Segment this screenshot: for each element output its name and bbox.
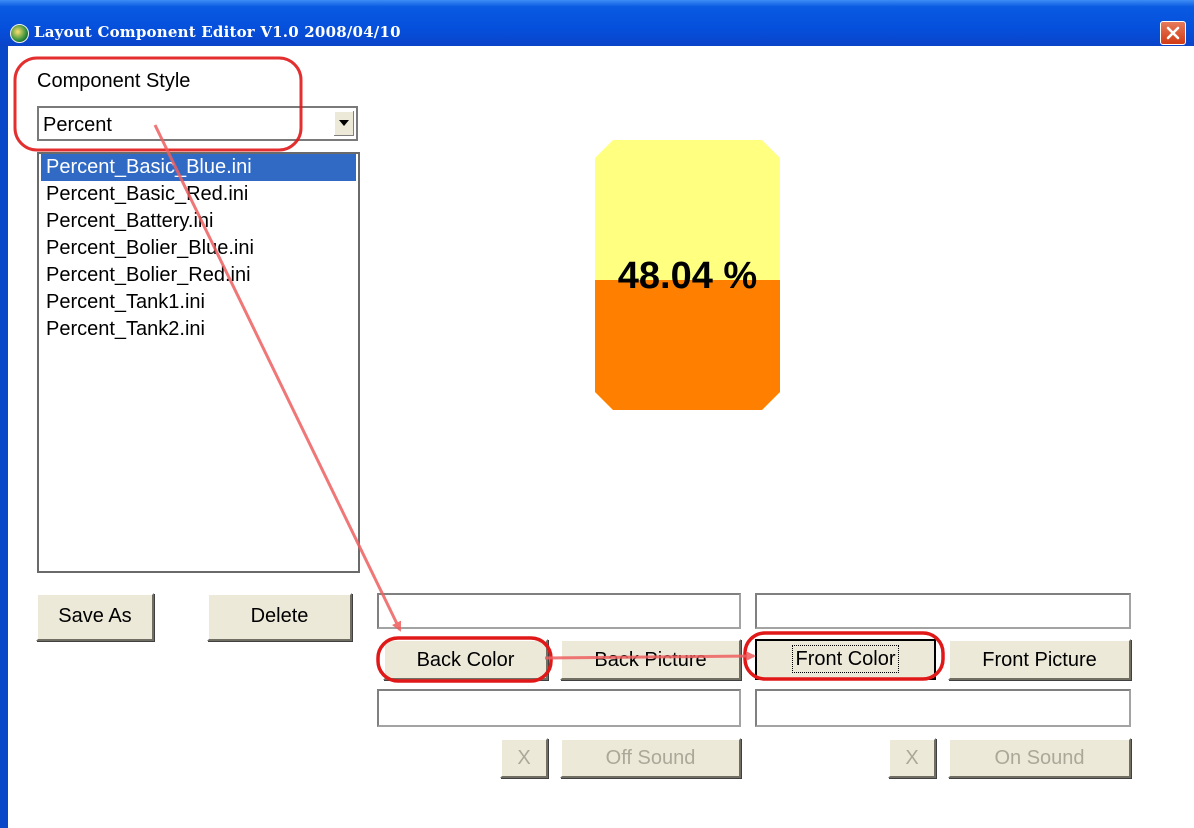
- on-sound-path-field[interactable]: [755, 689, 1131, 727]
- delete-label: Delete: [250, 605, 309, 627]
- file-listbox[interactable]: Percent_Basic_Blue.ini Percent_Basic_Red.…: [37, 152, 360, 573]
- back-color-label: Back Color: [416, 649, 515, 671]
- clear-off-sound-label: X: [517, 747, 531, 769]
- off-sound-path-field[interactable]: [377, 689, 741, 727]
- back-picture-path-field[interactable]: [377, 593, 741, 629]
- list-item[interactable]: Percent_Basic_Blue.ini: [41, 154, 356, 181]
- list-item[interactable]: Percent_Bolier_Blue.ini: [41, 235, 356, 262]
- front-color-button[interactable]: Front Color: [755, 639, 936, 680]
- list-item[interactable]: Percent_Basic_Red.ini: [41, 181, 356, 208]
- off-sound-button[interactable]: Off Sound: [560, 738, 741, 778]
- gauge-fill: [595, 280, 780, 410]
- back-picture-label: Back Picture: [594, 649, 707, 671]
- close-button[interactable]: [1160, 21, 1186, 45]
- back-color-button[interactable]: Back Color: [383, 639, 548, 680]
- save-as-button[interactable]: Save As: [36, 593, 154, 641]
- list-item[interactable]: Percent_Bolier_Red.ini: [41, 262, 356, 289]
- close-icon: [1166, 26, 1180, 40]
- clear-on-sound-button[interactable]: X: [888, 738, 936, 778]
- delete-button[interactable]: Delete: [207, 593, 352, 641]
- percent-preview: 48.04 %: [595, 140, 780, 410]
- app-icon: [10, 24, 29, 43]
- dropdown-button[interactable]: [333, 110, 355, 137]
- clear-off-sound-button[interactable]: X: [500, 738, 548, 778]
- component-style-label: Component Style: [37, 70, 191, 92]
- front-picture-path-field[interactable]: [755, 593, 1131, 629]
- list-item[interactable]: Percent_Tank2.ini: [41, 316, 356, 343]
- clear-on-sound-label: X: [905, 747, 919, 769]
- list-item[interactable]: Percent_Tank1.ini: [41, 289, 356, 316]
- on-sound-label: On Sound: [994, 747, 1085, 769]
- list-item[interactable]: Percent_Battery.ini: [41, 208, 356, 235]
- on-sound-button[interactable]: On Sound: [948, 738, 1131, 778]
- back-picture-button[interactable]: Back Picture: [560, 639, 741, 680]
- component-style-select[interactable]: Percent: [37, 106, 358, 141]
- front-picture-button[interactable]: Front Picture: [948, 639, 1131, 680]
- window-title: Layout Component Editor V1.0 2008/04/10: [34, 23, 401, 41]
- component-style-value: Percent: [43, 114, 112, 136]
- front-picture-label: Front Picture: [982, 649, 1097, 671]
- off-sound-label: Off Sound: [605, 747, 696, 769]
- front-color-label: Front Color: [792, 645, 899, 673]
- title-bar[interactable]: Layout Component Editor V1.0 2008/04/10: [0, 0, 1194, 46]
- chevron-down-icon: [339, 120, 349, 126]
- percent-value: 48.04 %: [617, 255, 758, 297]
- save-as-label: Save As: [58, 605, 132, 627]
